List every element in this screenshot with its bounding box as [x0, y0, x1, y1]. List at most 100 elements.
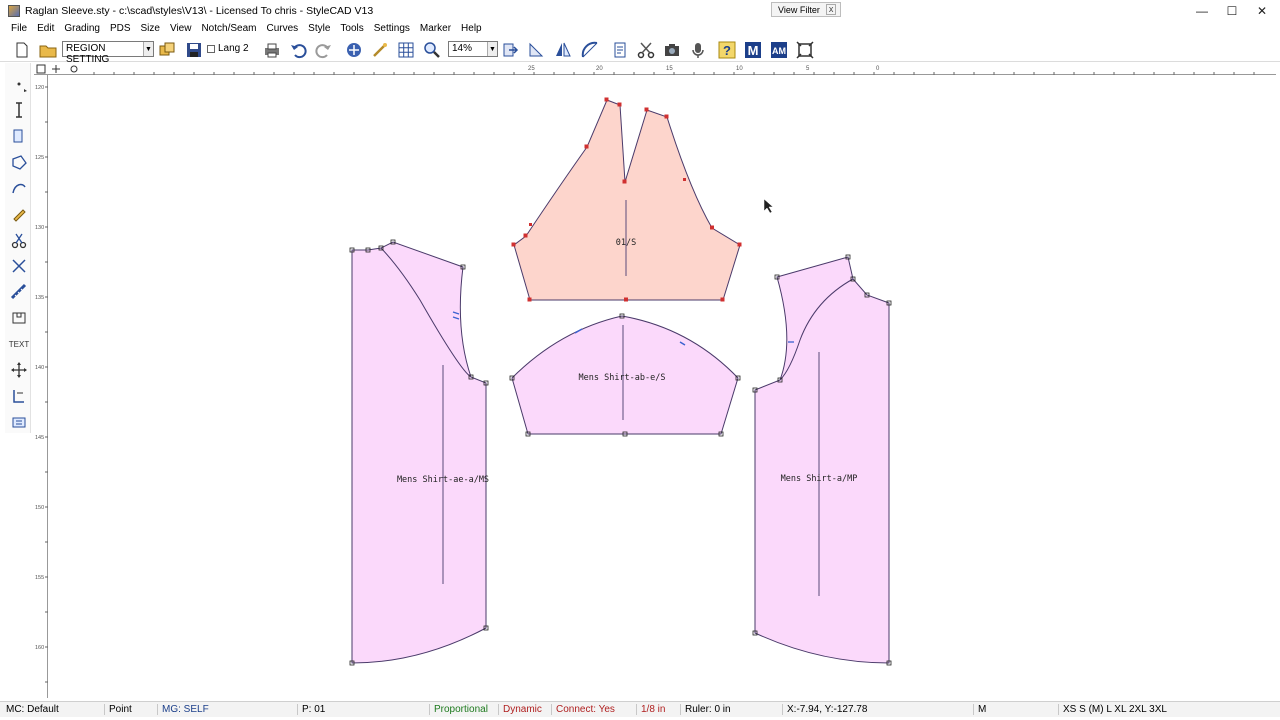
undo-icon[interactable] — [288, 40, 308, 60]
move-tool-icon[interactable] — [8, 359, 30, 381]
status-piece: P: 01 — [297, 704, 325, 715]
vertical-line-icon[interactable] — [8, 99, 30, 121]
v-tick-label: 125 — [35, 155, 44, 161]
h-tick-label: 25 — [528, 66, 535, 72]
minimize-button[interactable]: — — [1186, 0, 1218, 21]
vertical-ruler: 120 125 130 135 140 145 150 155 160 — [34, 75, 48, 698]
print-icon[interactable] — [262, 40, 282, 60]
chevron-down-icon[interactable]: ▼ — [143, 42, 153, 56]
window-title: Raglan Sleeve.sty - c:\scad\styles\V13\ … — [25, 4, 374, 17]
v-tick-label: 145 — [35, 435, 44, 441]
view-filter-button[interactable]: View Filter x — [771, 2, 842, 17]
split-tool-icon[interactable] — [8, 255, 30, 277]
region-setting-select[interactable]: REGION SETTING ▼ — [62, 41, 154, 65]
save-icon[interactable] — [184, 40, 204, 60]
ruler-corner-icons — [36, 64, 78, 74]
menu-file[interactable]: File — [11, 23, 27, 34]
v-tick-label: 160 — [35, 645, 44, 651]
text-tool-button[interactable]: TEXT — [8, 333, 30, 355]
protractor-icon[interactable] — [580, 40, 600, 60]
menu-grading[interactable]: Grading — [64, 23, 100, 34]
redo-icon[interactable] — [314, 40, 334, 60]
flip-icon[interactable] — [553, 40, 573, 60]
wand-icon[interactable] — [370, 40, 390, 60]
h-tick-label: 0 — [876, 66, 880, 72]
menu-marker[interactable]: Marker — [420, 23, 451, 34]
drawing-canvas[interactable]: 01/S Mens Shirt-ab-e/S Mens Shirt-ae-a/M… — [48, 75, 1276, 698]
microphone-icon[interactable] — [688, 40, 708, 60]
piece-rotate-icon[interactable] — [526, 40, 546, 60]
menu-tools[interactable]: Tools — [340, 23, 363, 34]
menu-bar: File Edit Grading PDS Size View Notch/Se… — [0, 21, 1280, 36]
fit-window-icon[interactable] — [795, 40, 815, 60]
open-folder-icon[interactable] — [38, 40, 58, 60]
curve-tool-icon[interactable] — [8, 177, 30, 199]
menu-help[interactable]: Help — [461, 23, 482, 34]
cut-tool-icon[interactable] — [8, 229, 30, 251]
pattern-piece-right[interactable]: Mens Shirt-a/MP — [752, 254, 892, 666]
horizontal-ruler: 25 20 15 10 5 0 — [34, 63, 1276, 75]
status-bar: MC: Default Point MG: SELF P: 01 Proport… — [0, 701, 1280, 717]
am-icon[interactable]: AM — [769, 40, 789, 60]
status-dynamic[interactable]: Dynamic — [498, 704, 542, 715]
document-edit-icon[interactable] — [610, 40, 630, 60]
notch-tool-icon[interactable] — [8, 307, 30, 329]
left-toolbar: TEXT — [5, 63, 31, 433]
title-bar: Raglan Sleeve.sty - c:\scad\styles\V13\ … — [0, 0, 1280, 21]
region-setting-value: REGION SETTING — [66, 43, 110, 65]
checkbox-box[interactable] — [207, 44, 215, 53]
stamp-tool-icon[interactable] — [8, 411, 30, 433]
v-tick-label: 155 — [35, 575, 44, 581]
piece-label-right: Mens Shirt-a/MP — [781, 474, 858, 484]
lang2-checkbox[interactable]: Lang 2 — [207, 43, 249, 54]
main-toolbar: REGION SETTING ▼ Lang 2 14% ▼ ? M AM — [0, 37, 1280, 65]
chevron-down-icon[interactable]: ▼ — [487, 42, 497, 56]
piece-tool-icon[interactable] — [8, 125, 30, 147]
menu-pds[interactable]: PDS — [110, 23, 131, 34]
view-filter-close-icon[interactable]: x — [825, 4, 837, 15]
menu-edit[interactable]: Edit — [37, 23, 54, 34]
status-current-size: M — [973, 704, 986, 715]
rotate-3d-icon[interactable] — [344, 40, 364, 60]
help-icon[interactable]: ? — [717, 40, 737, 60]
status-connect[interactable]: Connect: Yes — [551, 704, 615, 715]
camera-icon[interactable] — [662, 40, 682, 60]
piece-label-sleeve: Mens Shirt-ab-e/S — [579, 373, 666, 383]
pattern-piece-sleeve[interactable]: Mens Shirt-ab-e/S — [509, 313, 741, 437]
status-mg: MG: SELF — [157, 704, 209, 715]
grade-tool-icon[interactable] — [8, 385, 30, 407]
svg-text:M: M — [748, 43, 759, 58]
piece-forward-icon[interactable] — [500, 40, 520, 60]
grid-icon[interactable] — [396, 40, 416, 60]
polygon-tool-icon[interactable] — [8, 151, 30, 173]
pattern-piece-left[interactable]: Mens Shirt-ae-a/MS — [349, 239, 489, 666]
status-step[interactable]: 1/8 in — [636, 704, 665, 715]
zoom-icon[interactable] — [422, 40, 442, 60]
menu-notch-seam[interactable]: Notch/Seam — [201, 23, 256, 34]
menu-style[interactable]: Style — [308, 23, 330, 34]
status-size-range[interactable]: XS S (M) L XL 2XL 3XL — [1058, 704, 1167, 715]
close-button[interactable]: ✕ — [1246, 0, 1278, 21]
piece-label-left: Mens Shirt-ae-a/MS — [397, 475, 489, 485]
zoom-select[interactable]: 14% ▼ — [448, 41, 498, 57]
lang2-label: Lang 2 — [218, 43, 249, 54]
pen-tool-icon[interactable] — [8, 203, 30, 225]
status-mc: MC: Default — [6, 704, 59, 715]
m-icon[interactable]: M — [743, 40, 763, 60]
status-mode[interactable]: Proportional — [429, 704, 488, 715]
menu-size[interactable]: Size — [141, 23, 160, 34]
menu-settings[interactable]: Settings — [374, 23, 410, 34]
pattern-piece-top-selected[interactable]: 01/S — [511, 97, 742, 302]
measure-tool-icon[interactable] — [8, 281, 30, 303]
h-tick-label: 20 — [596, 66, 603, 72]
v-tick-label: 150 — [35, 505, 44, 511]
svg-text:?: ? — [723, 43, 731, 58]
menu-curves[interactable]: Curves — [266, 23, 298, 34]
maximize-button[interactable]: ☐ — [1216, 0, 1248, 21]
piece-label-top: 01/S — [616, 238, 636, 248]
scissors-icon[interactable] — [636, 40, 656, 60]
copy-pieces-icon[interactable] — [157, 40, 177, 60]
menu-view[interactable]: View — [170, 23, 192, 34]
select-point-icon[interactable] — [8, 73, 30, 95]
new-file-icon[interactable] — [12, 40, 32, 60]
